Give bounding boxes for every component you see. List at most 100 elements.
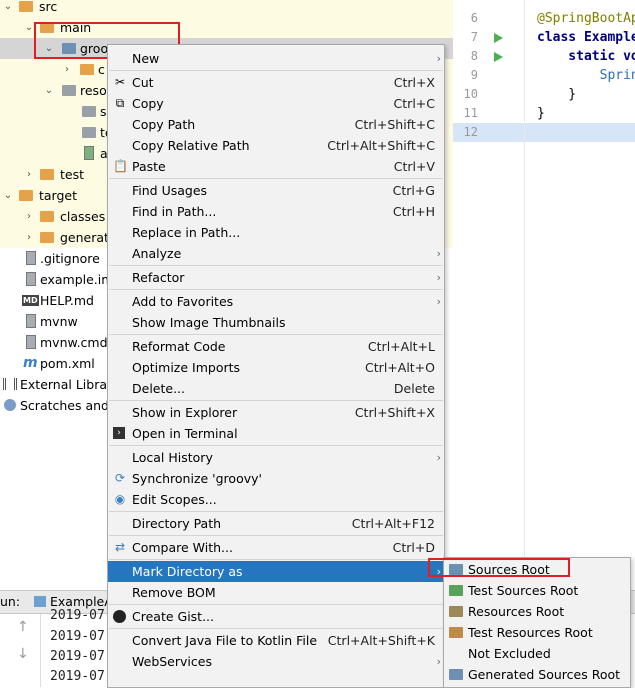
line-number: 11: [463, 106, 478, 120]
run-tab-prefix: un:: [0, 594, 21, 609]
menu-item-cut[interactable]: ✂ Cut Ctrl+X: [108, 72, 444, 93]
menu-item-create-gist[interactable]: Create Gist...: [108, 606, 444, 627]
generated-sources-root-icon: [449, 669, 463, 680]
chevron-right-icon: ›: [436, 451, 441, 464]
menu-item-replace-in-path[interactable]: Replace in Path...: [108, 222, 444, 243]
chevron-down-icon[interactable]: ⌄: [24, 17, 34, 38]
menu-item-copy[interactable]: ⧉ Copy Ctrl+C: [108, 93, 444, 114]
menu-item-open-in-terminal[interactable]: › Open in Terminal: [108, 423, 444, 444]
menu-item-convert-to-kotlin[interactable]: Convert Java File to Kotlin File Ctrl+Alt…: [108, 630, 444, 651]
menu-item-edit-scopes[interactable]: ◉ Edit Scopes...: [108, 489, 444, 510]
menu-item-show-image-thumbnails[interactable]: Show Image Thumbnails: [108, 312, 444, 333]
folder-icon: [40, 211, 54, 222]
submenu-item-resources-root[interactable]: Resources Root: [444, 601, 630, 622]
menu-item-webservices[interactable]: WebServices ›: [108, 651, 444, 672]
code-editor[interactable]: 6 7 8 9 10 11 12 @SpringBootAp class Exa…: [453, 0, 635, 590]
line-number: 10: [463, 87, 478, 101]
menu-item-find-in-path[interactable]: Find in Path... Ctrl+H: [108, 201, 444, 222]
line-number: 7: [470, 30, 478, 44]
menu-item-find-usages[interactable]: Find Usages Ctrl+G: [108, 180, 444, 201]
line-number: 8: [470, 49, 478, 63]
chevron-down-icon[interactable]: ⌄: [3, 0, 13, 17]
arrow-up-icon[interactable]: ↑: [17, 619, 29, 635]
tree-label: Scratches and: [20, 398, 109, 413]
chevron-down-icon[interactable]: ⌄: [3, 185, 13, 206]
code-line: }: [537, 87, 577, 102]
menu-item-directory-path[interactable]: Directory Path Ctrl+Alt+F12: [108, 513, 444, 534]
run-icon[interactable]: [494, 33, 503, 43]
menu-item-analyze[interactable]: Analyze ›: [108, 243, 444, 264]
code-line: @SpringBootAp: [537, 11, 635, 26]
menu-item-synchronize[interactable]: ⟳ Synchronize 'groovy': [108, 468, 444, 489]
tree-label: .gitignore: [40, 251, 100, 266]
tree-label: s: [100, 104, 107, 119]
maven-icon: m: [23, 355, 38, 371]
current-line-highlight: [453, 123, 635, 142]
resources-folder-icon: [62, 85, 76, 96]
line-number: 9: [470, 68, 478, 82]
resources-root-icon: [449, 606, 463, 617]
terminal-icon: ›: [113, 427, 125, 439]
run-icon[interactable]: [494, 52, 503, 62]
tree-label: target: [39, 188, 78, 203]
chevron-right-icon: ›: [436, 52, 441, 65]
menu-item-local-history[interactable]: Local History ›: [108, 447, 444, 468]
annotation-box-sources-root: [428, 558, 570, 577]
menu-item-new[interactable]: New ›: [108, 48, 444, 69]
chevron-right-icon[interactable]: ›: [24, 206, 34, 227]
folder-icon: [19, 190, 33, 201]
github-icon: [113, 610, 126, 623]
chevron-right-icon[interactable]: ›: [24, 227, 34, 248]
arrow-down-icon[interactable]: ↓: [17, 646, 29, 662]
tree-label: test: [60, 167, 85, 182]
tree-label: generat: [60, 230, 109, 245]
scope-icon: ◉: [114, 492, 126, 506]
menu-item-delete[interactable]: Delete... Delete: [108, 378, 444, 399]
menu-item-paste[interactable]: 📋 Paste Ctrl+V: [108, 156, 444, 177]
context-menu: New › ✂ Cut Ctrl+X ⧉ Copy Ctrl+C Copy Path Ctr…: [107, 44, 445, 688]
menu-item-reformat-code[interactable]: Reformat Code Ctrl+Alt+L: [108, 336, 444, 357]
tree-label: classes: [60, 209, 106, 224]
menu-item-compare-with[interactable]: ⇄ Compare With... Ctrl+D: [108, 537, 444, 558]
menu-item-show-in-explorer[interactable]: Show in Explorer Ctrl+Shift+X: [108, 402, 444, 423]
chevron-right-icon[interactable]: ›: [24, 164, 34, 185]
code-line: }: [537, 106, 545, 121]
submenu-item-test-resources-root[interactable]: Test Resources Root: [444, 622, 630, 643]
console-divider: [40, 614, 41, 687]
code-line: class Example: [537, 30, 635, 45]
menu-item-optimize-imports[interactable]: Optimize Imports Ctrl+Alt+O: [108, 357, 444, 378]
folder-icon: [80, 64, 94, 75]
scissors-icon: ✂: [114, 75, 126, 89]
compare-icon: ⇄: [114, 540, 126, 554]
chevron-right-icon[interactable]: ›: [62, 59, 72, 80]
chevron-right-icon: ›: [436, 247, 441, 260]
log-line: 2019-07: [50, 669, 105, 684]
line-number: 12: [463, 125, 478, 139]
folder-icon: [19, 1, 33, 12]
tree-label: mvnw: [40, 314, 78, 329]
file-icon: [26, 335, 36, 349]
menu-item-remove-bom[interactable]: Remove BOM: [108, 582, 444, 603]
menu-item-copy-path[interactable]: Copy Path Ctrl+Shift+C: [108, 114, 444, 135]
submenu-item-not-excluded[interactable]: Not Excluded: [444, 643, 630, 664]
menu-item-copy-relative-path[interactable]: Copy Relative Path Ctrl+Alt+Shift+C: [108, 135, 444, 156]
tree-label: src: [39, 0, 58, 14]
tree-label: mvnw.cmd: [40, 335, 108, 350]
chevron-down-icon[interactable]: ⌄: [44, 80, 54, 101]
tree-label: example.im: [40, 272, 114, 287]
tree-label: c: [98, 62, 105, 77]
submenu-item-generated-sources-root[interactable]: Generated Sources Root: [444, 664, 630, 685]
menu-item-mark-directory-as[interactable]: Mark Directory as ›: [108, 561, 444, 582]
menu-item-add-to-favorites[interactable]: Add to Favorites ›: [108, 291, 444, 312]
tree-label: HELP.md: [40, 293, 94, 308]
chevron-right-icon: ›: [436, 655, 441, 668]
file-icon: [26, 272, 36, 286]
test-resources-root-icon: [449, 627, 463, 638]
tree-row-src[interactable]: ⌄ src: [0, 0, 453, 17]
test-sources-root-icon: [449, 585, 463, 596]
menu-item-refactor[interactable]: Refactor ›: [108, 267, 444, 288]
folder-icon: [40, 232, 54, 243]
folder-icon: [40, 169, 54, 180]
submenu-item-test-sources-root[interactable]: Test Sources Root: [444, 580, 630, 601]
markdown-icon: MD: [22, 295, 39, 306]
